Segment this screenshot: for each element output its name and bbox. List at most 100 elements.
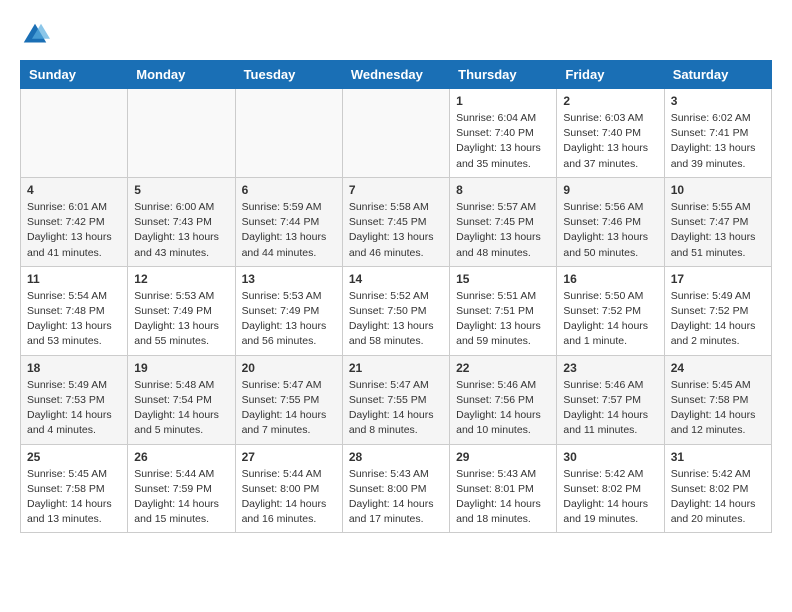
calendar-day-cell: 15 Sunrise: 5:51 AMSunset: 7:51 PMDayligh… xyxy=(450,266,557,355)
day-number: 7 xyxy=(349,183,443,197)
calendar-day-cell: 9 Sunrise: 5:56 AMSunset: 7:46 PMDaylight… xyxy=(557,177,664,266)
day-info: Sunrise: 5:46 AMSunset: 7:57 PMDaylight:… xyxy=(563,378,657,439)
day-number: 20 xyxy=(242,361,336,375)
day-number: 21 xyxy=(349,361,443,375)
day-of-week-header: Monday xyxy=(128,61,235,89)
day-info: Sunrise: 5:54 AMSunset: 7:48 PMDaylight:… xyxy=(27,289,121,350)
day-number: 1 xyxy=(456,94,550,108)
day-info: Sunrise: 5:57 AMSunset: 7:45 PMDaylight:… xyxy=(456,200,550,261)
day-info: Sunrise: 5:53 AMSunset: 7:49 PMDaylight:… xyxy=(242,289,336,350)
day-info: Sunrise: 5:47 AMSunset: 7:55 PMDaylight:… xyxy=(242,378,336,439)
calendar-day-cell: 10 Sunrise: 5:55 AMSunset: 7:47 PMDayligh… xyxy=(664,177,771,266)
day-info: Sunrise: 5:48 AMSunset: 7:54 PMDaylight:… xyxy=(134,378,228,439)
day-number: 30 xyxy=(563,450,657,464)
calendar-day-cell: 11 Sunrise: 5:54 AMSunset: 7:48 PMDayligh… xyxy=(21,266,128,355)
page-header xyxy=(20,20,772,50)
calendar-day-cell: 17 Sunrise: 5:49 AMSunset: 7:52 PMDayligh… xyxy=(664,266,771,355)
day-info: Sunrise: 5:44 AMSunset: 7:59 PMDaylight:… xyxy=(134,467,228,528)
day-of-week-header: Friday xyxy=(557,61,664,89)
day-info: Sunrise: 5:45 AMSunset: 7:58 PMDaylight:… xyxy=(671,378,765,439)
day-number: 9 xyxy=(563,183,657,197)
day-number: 18 xyxy=(27,361,121,375)
calendar-day-cell: 1Sunrise: 6:04 AMSunset: 7:40 PMDaylight… xyxy=(450,89,557,178)
calendar-header-row: SundayMondayTuesdayWednesdayThursdayFrid… xyxy=(21,61,772,89)
calendar-day-cell: 23 Sunrise: 5:46 AMSunset: 7:57 PMDayligh… xyxy=(557,355,664,444)
calendar-day-cell: 20 Sunrise: 5:47 AMSunset: 7:55 PMDayligh… xyxy=(235,355,342,444)
day-of-week-header: Sunday xyxy=(21,61,128,89)
calendar-day-cell: 26Sunrise: 5:44 AMSunset: 7:59 PMDayligh… xyxy=(128,444,235,533)
calendar-day-cell: 4Sunrise: 6:01 AMSunset: 7:42 PMDaylight… xyxy=(21,177,128,266)
day-number: 10 xyxy=(671,183,765,197)
calendar-week-row: 18Sunrise: 5:49 AMSunset: 7:53 PMDayligh… xyxy=(21,355,772,444)
day-info: Sunrise: 5:49 AMSunset: 7:52 PMDaylight:… xyxy=(671,289,765,350)
day-number: 3 xyxy=(671,94,765,108)
day-number: 6 xyxy=(242,183,336,197)
day-info: Sunrise: 5:50 AMSunset: 7:52 PMDaylight:… xyxy=(563,289,657,350)
day-of-week-header: Thursday xyxy=(450,61,557,89)
day-number: 22 xyxy=(456,361,550,375)
day-number: 24 xyxy=(671,361,765,375)
day-number: 27 xyxy=(242,450,336,464)
day-number: 25 xyxy=(27,450,121,464)
calendar-week-row: 25 Sunrise: 5:45 AMSunset: 7:58 PMDayligh… xyxy=(21,444,772,533)
day-info: Sunrise: 5:42 AMSunset: 8:02 PMDaylight:… xyxy=(563,467,657,528)
calendar-day-cell: 14Sunrise: 5:52 AMSunset: 7:50 PMDayligh… xyxy=(342,266,449,355)
calendar-day-cell: 19 Sunrise: 5:48 AMSunset: 7:54 PMDayligh… xyxy=(128,355,235,444)
day-number: 15 xyxy=(456,272,550,286)
calendar-day-cell: 30 Sunrise: 5:42 AMSunset: 8:02 PMDayligh… xyxy=(557,444,664,533)
calendar-day-cell xyxy=(235,89,342,178)
calendar-day-cell: 31 Sunrise: 5:42 AMSunset: 8:02 PMDayligh… xyxy=(664,444,771,533)
calendar-day-cell: 2Sunrise: 6:03 AMSunset: 7:40 PMDaylight… xyxy=(557,89,664,178)
day-of-week-header: Wednesday xyxy=(342,61,449,89)
day-info: Sunrise: 5:51 AMSunset: 7:51 PMDaylight:… xyxy=(456,289,550,350)
day-info: Sunrise: 5:42 AMSunset: 8:02 PMDaylight:… xyxy=(671,467,765,528)
day-number: 16 xyxy=(563,272,657,286)
day-number: 17 xyxy=(671,272,765,286)
day-number: 28 xyxy=(349,450,443,464)
calendar-day-cell xyxy=(128,89,235,178)
day-info: Sunrise: 6:00 AMSunset: 7:43 PMDaylight:… xyxy=(134,200,228,261)
calendar-day-cell xyxy=(342,89,449,178)
day-number: 8 xyxy=(456,183,550,197)
day-number: 12 xyxy=(134,272,228,286)
calendar-day-cell: 12 Sunrise: 5:53 AMSunset: 7:49 PMDayligh… xyxy=(128,266,235,355)
day-info: Sunrise: 5:46 AMSunset: 7:56 PMDaylight:… xyxy=(456,378,550,439)
calendar-table: SundayMondayTuesdayWednesdayThursdayFrid… xyxy=(20,60,772,533)
calendar-day-cell: 6 Sunrise: 5:59 AMSunset: 7:44 PMDaylight… xyxy=(235,177,342,266)
day-info: Sunrise: 5:43 AMSunset: 8:00 PMDaylight:… xyxy=(349,467,443,528)
day-number: 14 xyxy=(349,272,443,286)
day-number: 13 xyxy=(242,272,336,286)
day-info: Sunrise: 6:02 AMSunset: 7:41 PMDaylight:… xyxy=(671,111,765,172)
calendar-week-row: 4Sunrise: 6:01 AMSunset: 7:42 PMDaylight… xyxy=(21,177,772,266)
calendar-day-cell: 28 Sunrise: 5:43 AMSunset: 8:00 PMDayligh… xyxy=(342,444,449,533)
day-info: Sunrise: 5:43 AMSunset: 8:01 PMDaylight:… xyxy=(456,467,550,528)
day-number: 31 xyxy=(671,450,765,464)
day-of-week-header: Saturday xyxy=(664,61,771,89)
calendar-day-cell: 25 Sunrise: 5:45 AMSunset: 7:58 PMDayligh… xyxy=(21,444,128,533)
day-info: Sunrise: 5:59 AMSunset: 7:44 PMDaylight:… xyxy=(242,200,336,261)
calendar-day-cell: 24 Sunrise: 5:45 AMSunset: 7:58 PMDayligh… xyxy=(664,355,771,444)
day-info: Sunrise: 5:45 AMSunset: 7:58 PMDaylight:… xyxy=(27,467,121,528)
calendar-day-cell: 21 Sunrise: 5:47 AMSunset: 7:55 PMDayligh… xyxy=(342,355,449,444)
day-info: Sunrise: 5:56 AMSunset: 7:46 PMDaylight:… xyxy=(563,200,657,261)
calendar-day-cell: 22 Sunrise: 5:46 AMSunset: 7:56 PMDayligh… xyxy=(450,355,557,444)
day-info: Sunrise: 5:53 AMSunset: 7:49 PMDaylight:… xyxy=(134,289,228,350)
logo-icon xyxy=(20,20,50,50)
calendar-day-cell: 8 Sunrise: 5:57 AMSunset: 7:45 PMDaylight… xyxy=(450,177,557,266)
day-number: 23 xyxy=(563,361,657,375)
calendar-week-row: 11 Sunrise: 5:54 AMSunset: 7:48 PMDayligh… xyxy=(21,266,772,355)
day-number: 19 xyxy=(134,361,228,375)
calendar-day-cell: 27Sunrise: 5:44 AMSunset: 8:00 PMDayligh… xyxy=(235,444,342,533)
day-number: 11 xyxy=(27,272,121,286)
day-number: 2 xyxy=(563,94,657,108)
calendar-day-cell: 13 Sunrise: 5:53 AMSunset: 7:49 PMDayligh… xyxy=(235,266,342,355)
day-number: 5 xyxy=(134,183,228,197)
calendar-day-cell: 3 Sunrise: 6:02 AMSunset: 7:41 PMDaylight… xyxy=(664,89,771,178)
day-info: Sunrise: 5:47 AMSunset: 7:55 PMDaylight:… xyxy=(349,378,443,439)
day-info: Sunrise: 5:55 AMSunset: 7:47 PMDaylight:… xyxy=(671,200,765,261)
calendar-day-cell: 5 Sunrise: 6:00 AMSunset: 7:43 PMDaylight… xyxy=(128,177,235,266)
calendar-day-cell: 29Sunrise: 5:43 AMSunset: 8:01 PMDayligh… xyxy=(450,444,557,533)
calendar-day-cell xyxy=(21,89,128,178)
calendar-day-cell: 16 Sunrise: 5:50 AMSunset: 7:52 PMDayligh… xyxy=(557,266,664,355)
logo xyxy=(20,20,55,50)
